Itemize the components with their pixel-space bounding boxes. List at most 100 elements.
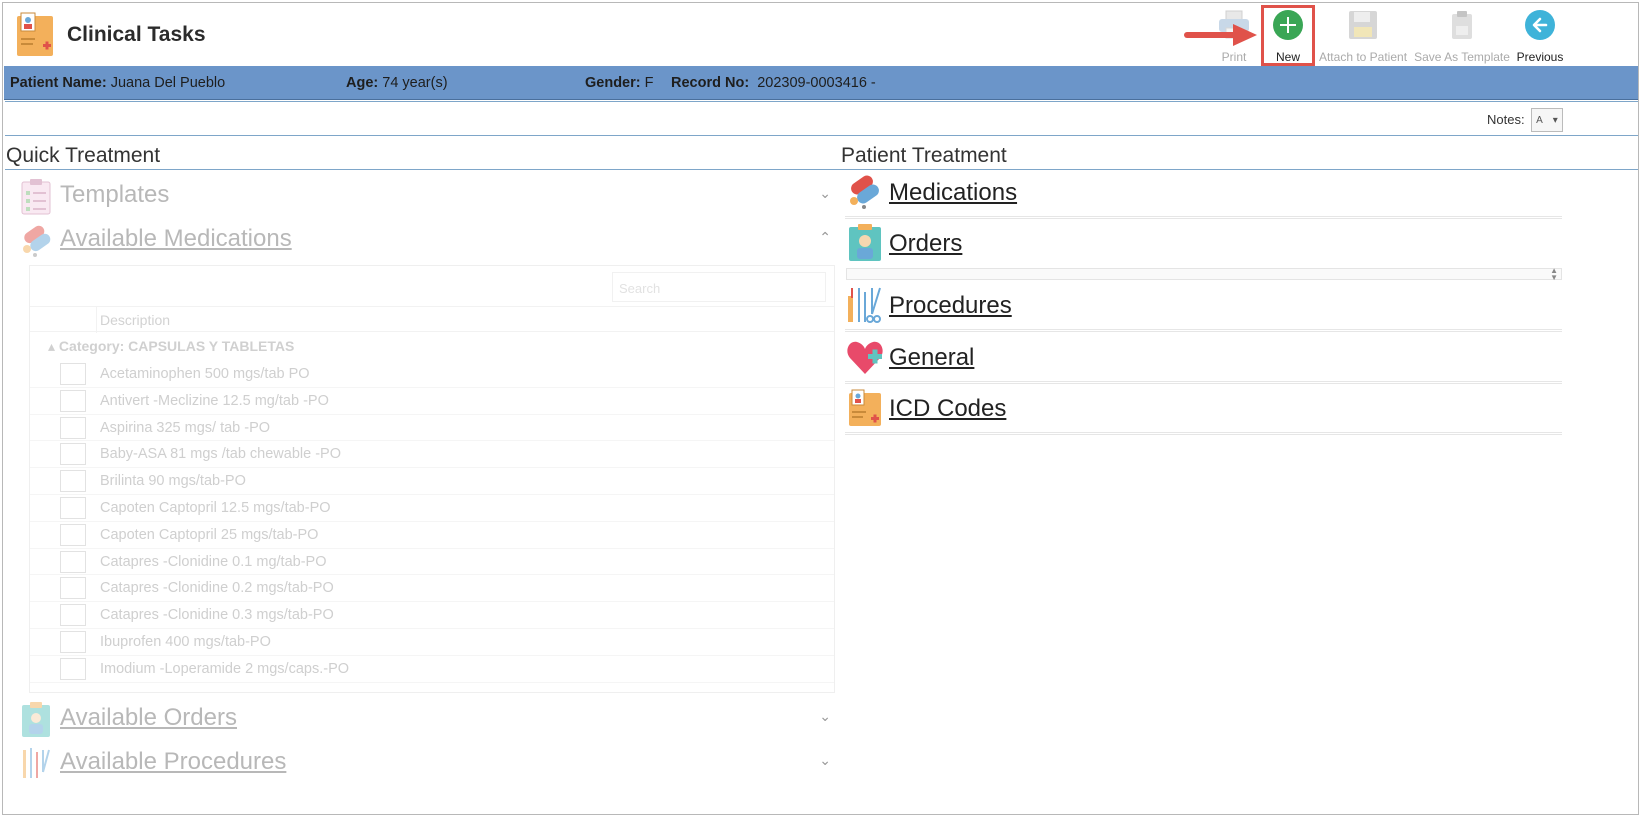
patient-general-section[interactable]: General (845, 336, 1562, 384)
scroll-arrows-icon[interactable]: ▲ ▼ (1550, 267, 1558, 282)
medication-description: Baby-ASA 81 mgs /tab chewable -PO (100, 446, 341, 463)
medication-rows: Acetaminophen 500 mgs/tab PO Antivert -Me… (30, 361, 834, 683)
text-format-icon: A ▾ (1536, 114, 1558, 126)
table-row[interactable]: Acetaminophen 500 mgs/tab PO (30, 361, 834, 388)
patient-procedures-section[interactable]: Procedures (845, 284, 1562, 332)
row-checkbox[interactable] (60, 363, 86, 385)
row-checkbox[interactable] (60, 389, 86, 412)
table-row[interactable]: Catapres -Clonidine 0.1 mg/tab-PO (30, 549, 834, 576)
available-procedures-link[interactable]: Available Procedures (60, 748, 286, 776)
available-medications-grid: Search Description ▴ Category: CAPSULAS … (29, 265, 835, 693)
arrow-left-circle-icon (1523, 8, 1557, 42)
icd-codes-link[interactable]: ICD Codes (889, 395, 1006, 423)
row-checkbox[interactable] (60, 657, 86, 680)
divider (5, 135, 1638, 136)
save-as-template-button[interactable]: Save As Template (1412, 3, 1512, 66)
row-checkbox[interactable] (60, 416, 86, 439)
medication-description: Ibuprofen 400 mgs/tab-PO (100, 633, 271, 650)
medication-description: Capoten Captopril 12.5 mgs/tab-PO (100, 499, 331, 516)
divider (5, 101, 1638, 102)
orders-link[interactable]: Orders (889, 230, 962, 258)
search-input[interactable]: Search (612, 272, 826, 302)
doctor-clipboard-icon (22, 702, 50, 737)
medication-description: Catapres -Clonidine 0.1 mg/tab-PO (100, 553, 327, 570)
patient-icd-codes-section[interactable]: ICD Codes (845, 387, 1562, 435)
patient-record-number: Record No: 202309-0003416 - (671, 75, 876, 91)
row-checkbox[interactable] (60, 470, 86, 493)
notes-dropdown-button[interactable]: A ▾ (1531, 108, 1563, 132)
patient-name: Patient Name: Juana Del Pueblo (10, 75, 226, 91)
medication-description: Aspirina 325 mgs/ tab -PO (100, 419, 271, 436)
surgical-tools-icon (23, 748, 50, 778)
toolbar: Print New Attach to Patient Save As Temp… (3, 3, 1638, 66)
row-checkbox[interactable] (60, 604, 86, 627)
row-checkbox[interactable] (60, 550, 86, 573)
notes-label: Notes: (1487, 112, 1525, 127)
medication-description: Capoten Captopril 25 mgs/tab-PO (100, 526, 319, 543)
previous-button[interactable]: Previous (1512, 3, 1568, 66)
floppy-disk-icon (1346, 8, 1380, 42)
row-checkbox[interactable] (60, 443, 86, 466)
chevron-down-icon[interactable]: ⌄ (819, 752, 831, 769)
column-separator (96, 307, 97, 333)
row-checkbox[interactable] (60, 630, 86, 653)
attach-to-patient-button[interactable]: Attach to Patient (1315, 3, 1411, 66)
orders-scrollbar[interactable]: ▲ ▼ (846, 267, 1562, 282)
medication-description: Catapres -Clonidine 0.2 mgs/tab-PO (100, 580, 334, 597)
grid-header: Description (30, 306, 834, 333)
clipboard-save-icon (1445, 8, 1479, 42)
table-row[interactable]: Catapres -Clonidine 0.3 mgs/tab-PO (30, 602, 834, 629)
table-row[interactable]: Imodium -Loperamide 2 mgs/caps.-PO (30, 656, 834, 683)
chevron-up-icon[interactable]: ⌃ (819, 229, 831, 246)
divider (5, 169, 1638, 170)
patient-info-bar: Patient Name: Juana Del Pueblo Age: 74 y… (4, 66, 1638, 100)
surgical-tools-icon (848, 287, 881, 323)
medication-description: Antivert -Meclizine 12.5 mg/tab -PO (100, 392, 329, 409)
heart-plus-icon (847, 341, 883, 374)
table-row[interactable]: Aspirina 325 mgs/ tab -PO (30, 415, 834, 442)
templates-label: Templates (60, 181, 170, 208)
medication-description: Acetaminophen 500 mgs/tab PO (100, 366, 310, 382)
header: Clinical Tasks Print New Attach to Patie… (3, 3, 1638, 66)
table-row[interactable]: Catapres -Clonidine 0.2 mgs/tab-PO (30, 575, 834, 603)
table-row[interactable]: Ibuprofen 400 mgs/tab-PO (30, 629, 834, 656)
patient-age: Age: 74 year(s) (346, 75, 448, 91)
description-column-header[interactable]: Description (100, 312, 170, 328)
chevron-down-icon[interactable]: ⌄ (819, 185, 831, 202)
table-row[interactable]: Baby-ASA 81 mgs /tab chewable -PO (30, 441, 834, 469)
new-button-highlight (1261, 5, 1315, 66)
pills-icon (850, 175, 879, 209)
table-row[interactable]: Capoten Captopril 25 mgs/tab-PO (30, 522, 834, 549)
available-medications-link[interactable]: Available Medications (60, 225, 292, 253)
medication-description: Imodium -Loperamide 2 mgs/caps.-PO (100, 660, 350, 677)
table-row[interactable]: Brilinta 90 mgs/tab-PO (30, 468, 834, 495)
quick-treatment-title: Quick Treatment (6, 144, 161, 167)
clinical-tasks-window: Clinical Tasks Print New Attach to Patie… (2, 2, 1639, 815)
table-row[interactable]: Capoten Captopril 12.5 mgs/tab-PO (30, 495, 834, 522)
checklist-icon (21, 179, 51, 215)
templates-section-header[interactable]: Templates ⌄ (19, 177, 835, 217)
table-row[interactable]: Antivert -Meclizine 12.5 mg/tab -PO (30, 388, 834, 415)
medication-description: Catapres -Clonidine 0.3 mgs/tab-PO (100, 607, 334, 624)
doctor-clipboard-icon (849, 224, 881, 261)
general-link[interactable]: General (889, 344, 974, 372)
procedures-link[interactable]: Procedures (889, 292, 1012, 320)
available-procedures-section-header[interactable]: Available Procedures ⌄ (19, 744, 835, 784)
annotation-arrow-icon (1184, 24, 1257, 46)
patient-orders-section[interactable]: Orders (845, 222, 1562, 264)
available-orders-section-header[interactable]: Available Orders ⌄ (19, 700, 835, 740)
clipboard-icon (849, 389, 881, 426)
available-medications-section-header[interactable]: Available Medications ⌃ (19, 221, 835, 261)
chevron-down-icon[interactable]: ⌄ (819, 708, 831, 725)
patient-medications-section[interactable]: Medications (845, 171, 1562, 219)
patient-gender: Gender: F (585, 75, 654, 91)
medication-description: Brilinta 90 mgs/tab-PO (100, 473, 246, 490)
row-checkbox[interactable] (60, 496, 86, 519)
medications-link[interactable]: Medications (889, 179, 1017, 207)
row-checkbox[interactable] (60, 523, 86, 546)
pills-icon (23, 225, 51, 257)
row-checkbox[interactable] (60, 577, 86, 600)
category-group-header[interactable]: ▴ Category: CAPSULAS Y TABLETAS (48, 338, 294, 355)
available-orders-link[interactable]: Available Orders (60, 704, 237, 732)
patient-treatment-title: Patient Treatment (841, 144, 1007, 167)
